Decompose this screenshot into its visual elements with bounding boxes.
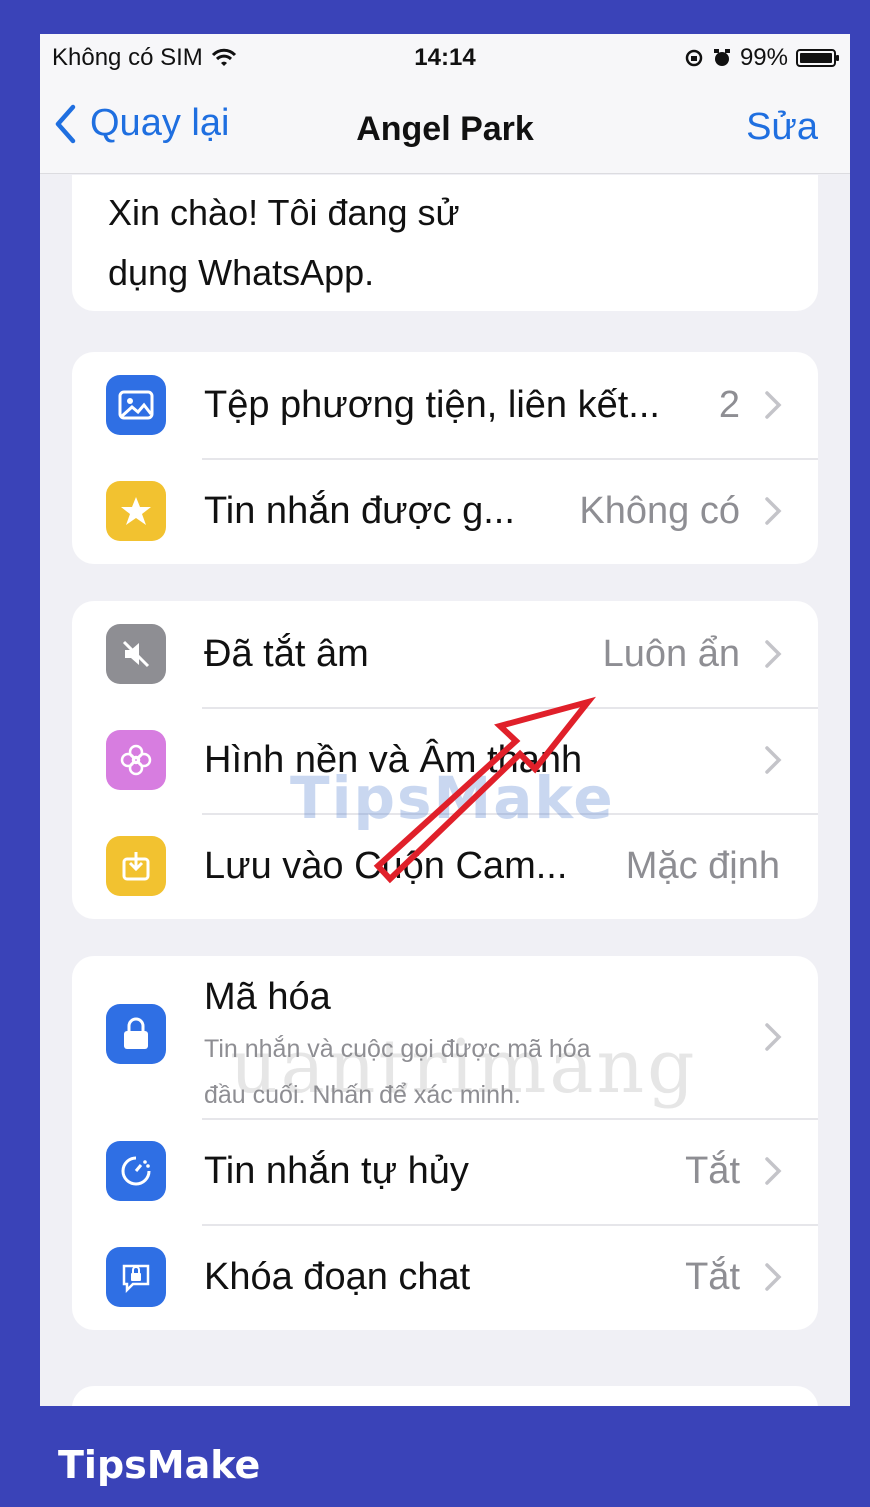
chevron-right-icon xyxy=(765,640,782,668)
back-label: Quay lại xyxy=(90,102,230,144)
chat-lock-value: Tắt xyxy=(685,1255,740,1298)
mute-label: Đã tắt âm xyxy=(204,632,369,675)
battery-percent: 99% xyxy=(739,44,788,71)
starred-messages-row[interactable]: Tin nhắn được g... Không có xyxy=(72,458,818,564)
mute-row[interactable]: Đã tắt âm Luôn ẩn xyxy=(72,601,818,707)
starred-messages-label: Tin nhắn được g... xyxy=(204,489,515,532)
star-icon xyxy=(106,481,166,541)
phone-screen: Không có SIM 14:14 99% Quay lại Angel Pa… xyxy=(40,34,850,1406)
chevron-right-icon xyxy=(765,497,782,525)
security-group: Mã hóa Tin nhắn và cuộc gọi được mã hóa … xyxy=(72,956,818,1330)
back-button[interactable]: Quay lại xyxy=(54,102,229,145)
timer-icon xyxy=(106,1141,166,1201)
media-count: 2 xyxy=(718,383,740,426)
save-to-camera-roll-label: Lưu vào Cuộn Cam... xyxy=(204,844,568,887)
chevron-right-icon xyxy=(765,1023,782,1051)
chat-lock-icon xyxy=(106,1247,166,1307)
media-links-row[interactable]: Tệp phương tiện, liên kết... 2 xyxy=(72,352,818,458)
disappearing-messages-label: Tin nhắn tự hủy xyxy=(204,1149,469,1192)
edit-button[interactable]: Sửa xyxy=(746,106,818,149)
chevron-right-icon xyxy=(765,1157,782,1185)
chevron-right-icon xyxy=(765,391,782,419)
lock-icon xyxy=(106,1004,166,1064)
save-to-camera-roll-value: Mặc định xyxy=(625,844,780,887)
chat-settings-group: Đã tắt âm Luôn ẩn Hình nền và Âm thanh L… xyxy=(72,601,818,919)
media-starred-group: Tệp phương tiện, liên kết... 2 Tin nhắn … xyxy=(72,352,818,564)
disappearing-messages-value: Tắt xyxy=(685,1149,740,1192)
about-text-line1: Xin chào! Tôi đang sử xyxy=(108,192,460,233)
about-text-line2: dụng WhatsApp. xyxy=(108,252,375,293)
photo-icon xyxy=(106,375,166,435)
orientation-lock-icon xyxy=(685,49,703,67)
encryption-label: Mã hóa xyxy=(204,976,331,1018)
chevron-right-icon xyxy=(765,746,782,774)
disappearing-messages-row[interactable]: Tin nhắn tự hủy Tắt xyxy=(72,1118,818,1224)
save-to-camera-roll-row[interactable]: Lưu vào Cuộn Cam... Mặc định xyxy=(72,813,818,919)
next-group-card xyxy=(72,1386,818,1406)
encryption-description-line1: Tin nhắn và cuộc gọi được mã hóa xyxy=(204,1035,591,1063)
navigation-bar: Quay lại Angel Park Sửa xyxy=(40,84,850,174)
brand-logo: TipsMake xyxy=(58,1443,261,1487)
alarm-icon xyxy=(713,49,730,66)
chevron-left-icon xyxy=(55,104,76,143)
media-links-label: Tệp phương tiện, liên kết... xyxy=(204,383,660,426)
chat-lock-row[interactable]: Khóa đoạn chat Tắt xyxy=(72,1224,818,1330)
save-icon xyxy=(106,836,166,896)
wallpaper-sound-label: Hình nền và Âm thanh xyxy=(204,738,583,781)
encryption-row[interactable]: Mã hóa Tin nhắn và cuộc gọi được mã hóa … xyxy=(72,956,818,1118)
flower-icon xyxy=(106,730,166,790)
encryption-description-line2: đầu cuối. Nhấn để xác minh. xyxy=(204,1081,521,1109)
chevron-right-icon xyxy=(765,1263,782,1291)
starred-messages-value: Không có xyxy=(579,489,740,532)
mute-icon xyxy=(106,624,166,684)
status-bar: Không có SIM 14:14 99% xyxy=(40,34,850,84)
chat-lock-label: Khóa đoạn chat xyxy=(204,1255,471,1298)
battery-icon xyxy=(796,49,839,67)
wallpaper-sound-row[interactable]: Hình nền và Âm thanh xyxy=(72,707,818,813)
about-card: Xin chào! Tôi đang sử dụng WhatsApp. xyxy=(72,175,818,311)
status-right: 99% xyxy=(684,44,839,72)
encryption-description: Tin nhắn và cuộc gọi được mã hóa đầu cuố… xyxy=(204,1026,724,1118)
mute-value: Luôn ẩn xyxy=(602,632,740,675)
